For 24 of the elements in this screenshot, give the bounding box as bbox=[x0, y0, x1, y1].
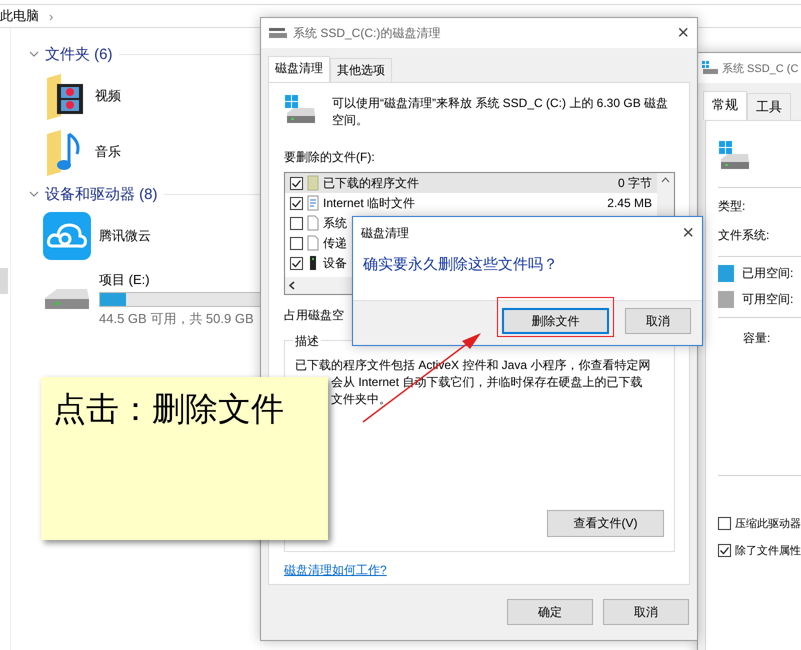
field-label: 类型: bbox=[718, 198, 746, 215]
window-title: 系统 SSD_C (C bbox=[722, 62, 798, 76]
file-name: 传递 bbox=[323, 234, 347, 252]
file-name: 系统 bbox=[323, 214, 347, 232]
note-text: 点击：删除文件 bbox=[53, 392, 284, 428]
window-title: 系统 SSD_C(C:)的磁盘清理 bbox=[293, 24, 440, 42]
drive-space-text: 44.5 GB 可用，共 50.9 GB bbox=[99, 310, 254, 328]
legend-label: 可用空间: bbox=[742, 291, 794, 308]
dialog-question: 确实要永久删除这些文件吗？ bbox=[362, 255, 559, 274]
file-name: Internet 临时文件 bbox=[323, 194, 416, 212]
file-name: 设备 bbox=[323, 254, 347, 272]
intro-text: 可以使用“磁盘清理”来释放 系统 SSD_C (C:) 上的 6.30 GB 磁盘空间。 bbox=[332, 95, 670, 129]
capacity-label: 容量: bbox=[743, 330, 770, 347]
field-label: 文件系统: bbox=[718, 227, 770, 244]
file-name: 已下载的程序文件 bbox=[323, 174, 419, 192]
file-size: 0 字节 bbox=[618, 174, 652, 192]
description-text: 文件夹中。 bbox=[331, 391, 391, 408]
breadcrumb-separator: › bbox=[49, 8, 54, 24]
file-size: 2.45 MB bbox=[607, 196, 652, 210]
legend-label: 已用空间: bbox=[742, 265, 794, 282]
files-label: 要删除的文件(F): bbox=[284, 149, 375, 166]
group-legend: 描述 bbox=[293, 333, 321, 350]
dialog-title: 磁盘清理 bbox=[361, 224, 409, 242]
space-label: 占用磁盘空 bbox=[284, 307, 344, 324]
